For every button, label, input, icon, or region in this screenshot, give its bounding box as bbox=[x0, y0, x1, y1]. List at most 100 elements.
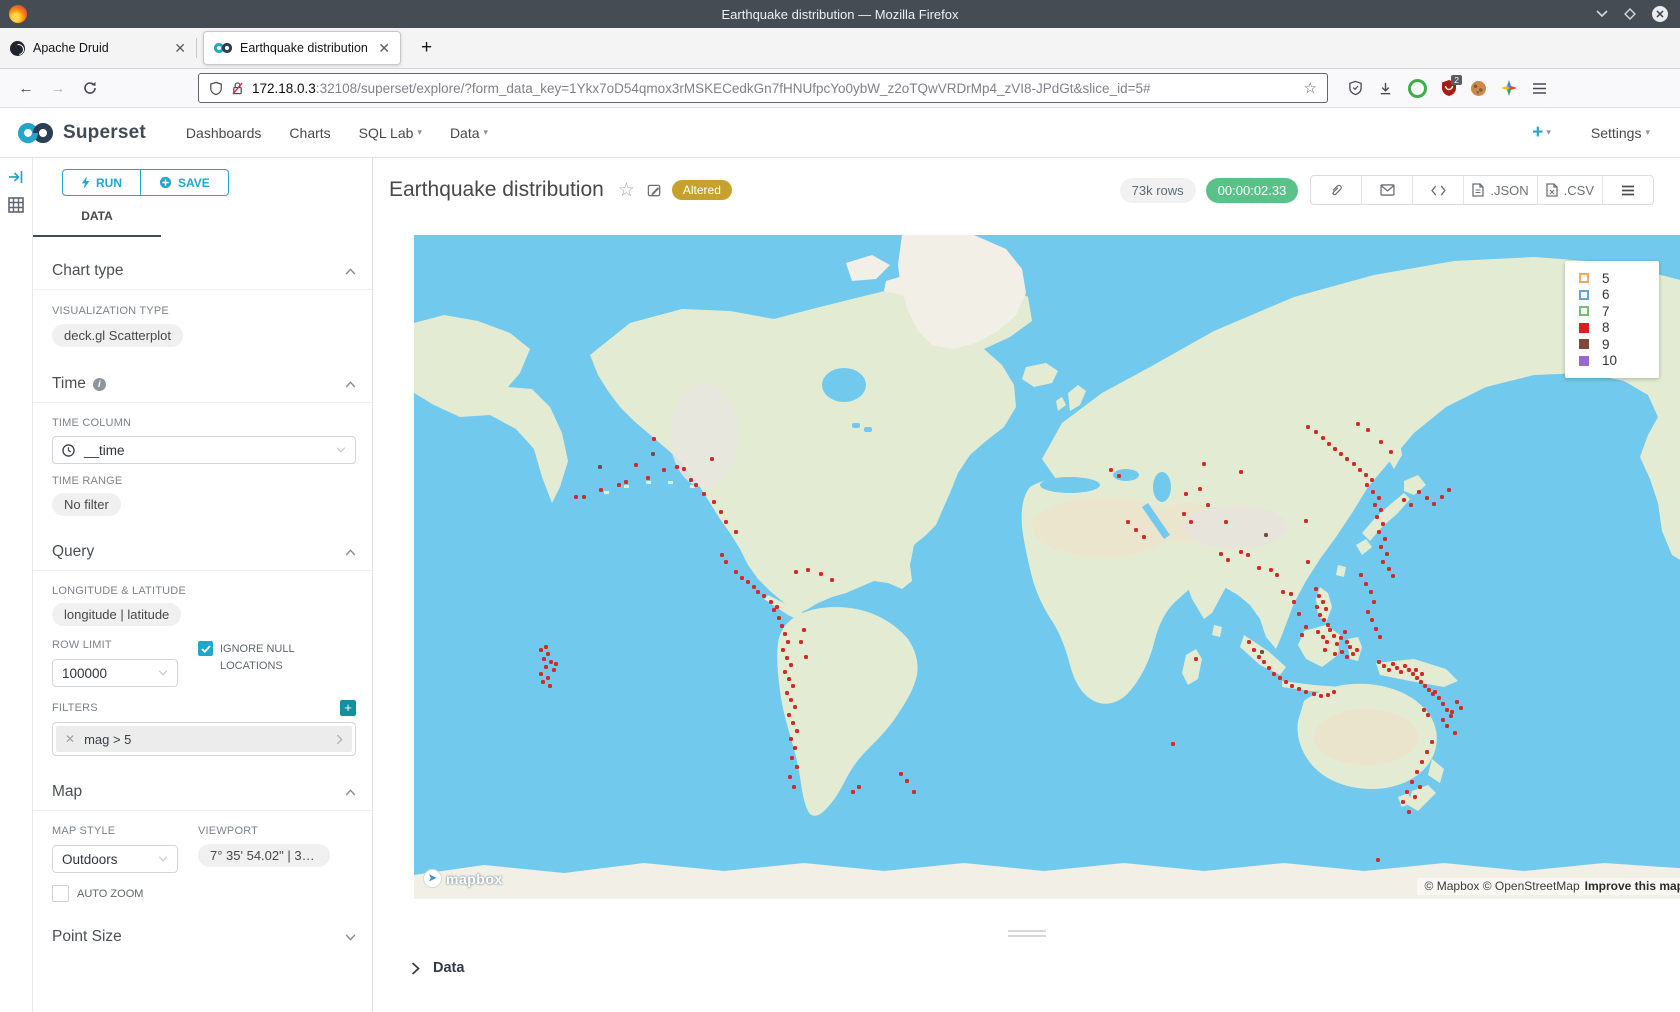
earthquake-point bbox=[719, 510, 723, 514]
mapbox-logo[interactable]: ➤ mapbox bbox=[423, 869, 503, 888]
earthquake-point bbox=[804, 655, 808, 659]
attribution-text[interactable]: © Mapbox © OpenStreetMap bbox=[1425, 879, 1580, 893]
download-icon[interactable] bbox=[1378, 81, 1393, 96]
nav-dashboards[interactable]: Dashboards bbox=[186, 125, 262, 141]
legend-label: 9 bbox=[1602, 337, 1610, 352]
clock-icon bbox=[62, 444, 75, 457]
time-range-label: TIME RANGE bbox=[52, 475, 356, 487]
legend-item[interactable]: 9 bbox=[1579, 336, 1659, 353]
time-column-select[interactable]: __time bbox=[52, 436, 356, 464]
nav-charts[interactable]: Charts bbox=[289, 125, 330, 141]
bookmark-star-icon[interactable]: ☆ bbox=[1304, 79, 1317, 97]
nav-sql-lab[interactable]: SQL Lab▾ bbox=[359, 125, 422, 141]
row-count-badge: 73k rows bbox=[1120, 178, 1196, 203]
earthquake-point bbox=[1358, 468, 1362, 472]
legend-swatch bbox=[1579, 323, 1589, 333]
time-range-value[interactable]: No filter bbox=[52, 493, 121, 516]
envelope-icon bbox=[1380, 184, 1395, 196]
earthquake-point bbox=[634, 463, 638, 467]
section-chart-type[interactable]: Chart type bbox=[52, 262, 356, 280]
earthquake-point bbox=[1381, 560, 1385, 564]
earthquake-point bbox=[1339, 636, 1343, 640]
back-button[interactable]: ← bbox=[10, 80, 42, 97]
export-json-button[interactable]: .JSON bbox=[1463, 176, 1536, 204]
map-style-select[interactable]: Outdoors bbox=[52, 845, 178, 873]
tracking-shield-icon[interactable] bbox=[209, 81, 223, 96]
earthquake-point bbox=[1374, 627, 1378, 631]
new-item-button[interactable]: +▾ bbox=[1532, 122, 1551, 144]
ignore-null-checkbox[interactable] bbox=[198, 641, 213, 656]
insecure-lock-icon[interactable] bbox=[231, 81, 244, 96]
dataset-grid-icon[interactable] bbox=[8, 197, 24, 213]
section-point-size[interactable]: Point Size bbox=[52, 928, 356, 946]
section-map[interactable]: Map bbox=[52, 783, 356, 801]
earthquake-point bbox=[1379, 545, 1383, 549]
superset-logo[interactable]: Superset bbox=[16, 121, 146, 145]
altered-badge[interactable]: Altered bbox=[672, 180, 732, 200]
add-filter-button[interactable]: + bbox=[340, 700, 356, 716]
remove-filter-icon[interactable]: ✕ bbox=[65, 732, 75, 746]
tab-apache-druid[interactable]: Apache Druid ✕ bbox=[0, 32, 196, 64]
ublock-icon[interactable]: 2 bbox=[1442, 80, 1456, 96]
reload-button[interactable] bbox=[74, 81, 106, 95]
legend-item[interactable]: 8 bbox=[1579, 320, 1659, 337]
expand-datasource-icon[interactable] bbox=[8, 170, 24, 184]
earthquake-point bbox=[783, 670, 787, 674]
section-time[interactable]: Time i bbox=[52, 375, 356, 393]
legend-item[interactable]: 10 bbox=[1579, 353, 1659, 370]
export-csv-button[interactable]: .CSV bbox=[1537, 176, 1602, 204]
run-button[interactable]: RUN bbox=[62, 169, 141, 196]
chevron-right-icon[interactable] bbox=[336, 734, 343, 745]
forward-button[interactable]: → bbox=[42, 80, 74, 97]
embed-code-button[interactable] bbox=[1412, 176, 1463, 204]
legend-item[interactable]: 6 bbox=[1579, 287, 1659, 304]
nav-data[interactable]: Data▾ bbox=[450, 125, 488, 141]
menu-icon[interactable] bbox=[1532, 82, 1547, 95]
window-minimize-button[interactable] bbox=[1596, 10, 1608, 18]
lonlat-value[interactable]: longitude | latitude bbox=[52, 603, 181, 626]
info-icon[interactable]: i bbox=[93, 378, 106, 391]
legend-item[interactable]: 5 bbox=[1579, 270, 1659, 287]
earthquake-point bbox=[1352, 462, 1356, 466]
earthquake-point bbox=[1432, 502, 1436, 506]
new-tab-button[interactable]: + bbox=[421, 37, 432, 59]
panel-drag-handle[interactable] bbox=[1008, 927, 1046, 937]
tab-earthquake-distribution[interactable]: Earthquake distribution ✕ bbox=[203, 31, 401, 65]
favorite-star-icon[interactable]: ☆ bbox=[618, 179, 635, 201]
edit-pencil-icon[interactable] bbox=[647, 183, 662, 198]
visualization-type-value[interactable]: deck.gl Scatterplot bbox=[52, 324, 183, 347]
earthquake-point bbox=[651, 452, 655, 456]
save-button[interactable]: SAVE bbox=[141, 169, 229, 196]
earthquake-point bbox=[1257, 566, 1261, 570]
pocket-shield-icon[interactable] bbox=[1348, 80, 1363, 96]
tab-data[interactable]: DATA bbox=[33, 196, 161, 237]
section-query[interactable]: Query bbox=[52, 543, 356, 561]
deckgl-map[interactable]: 5678910 ➤ mapbox © Mapbox © OpenStreetMa… bbox=[414, 235, 1680, 899]
earthquake-point bbox=[1304, 690, 1308, 694]
legend-item[interactable]: 7 bbox=[1579, 303, 1659, 320]
viewport-value[interactable]: 7° 35' 54.02" | 31... bbox=[198, 844, 330, 867]
email-button[interactable] bbox=[1361, 176, 1412, 204]
earthquake-point bbox=[1378, 635, 1382, 639]
auto-zoom-checkbox[interactable] bbox=[52, 885, 69, 902]
tab-close-icon[interactable]: ✕ bbox=[378, 40, 390, 57]
pinwheel-icon[interactable] bbox=[1501, 80, 1517, 96]
tab-label: Apache Druid bbox=[33, 41, 109, 55]
cookie-icon[interactable] bbox=[1471, 81, 1486, 96]
nav-settings[interactable]: Settings▾ bbox=[1591, 125, 1650, 141]
data-results-panel[interactable]: Data bbox=[373, 946, 1680, 976]
filter-value[interactable]: mag > 5 bbox=[84, 732, 131, 747]
copy-link-button[interactable] bbox=[1311, 176, 1361, 204]
window-close-button[interactable]: ✕ bbox=[1652, 6, 1668, 22]
earthquake-point bbox=[1345, 655, 1349, 659]
filter-control[interactable]: ✕ mag > 5 bbox=[52, 722, 356, 756]
tab-close-icon[interactable]: ✕ bbox=[174, 40, 186, 57]
extension-green-icon[interactable] bbox=[1408, 79, 1427, 98]
row-limit-select[interactable]: 100000 bbox=[52, 659, 178, 687]
window-maximize-button[interactable] bbox=[1624, 8, 1636, 20]
auto-zoom-label: AUTO ZOOM bbox=[77, 888, 143, 900]
earthquake-point bbox=[1339, 452, 1343, 456]
more-menu-button[interactable] bbox=[1602, 176, 1653, 204]
url-bar[interactable]: 172.18.0.3 :32108/superset/explore/?form… bbox=[198, 73, 1328, 103]
improve-map-link[interactable]: Improve this map bbox=[1585, 879, 1680, 893]
